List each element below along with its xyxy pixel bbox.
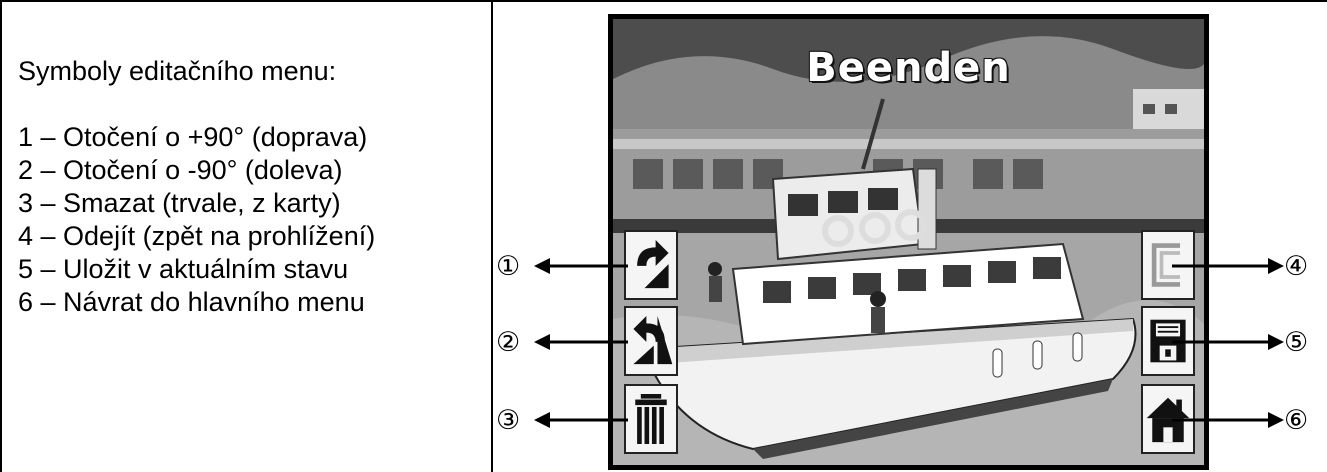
callout-1-label: ① (496, 251, 520, 282)
callout-3-label: ③ (496, 405, 520, 436)
legend-heading: Symboly editačního menu: (18, 56, 337, 86)
callout-4: ④ (1172, 244, 1322, 288)
callout-2-label: ② (496, 327, 520, 358)
callout-5: ⑤ (1172, 320, 1322, 364)
legend-list: 1 – Otočení o +90° (doprava) 2 – Otočení… (18, 121, 478, 319)
legend-item-5: 5 – Uložit v aktuálním stavu (18, 254, 349, 284)
callout-6: ⑥ (1172, 398, 1322, 442)
legend-item-4: 4 – Odejít (zpět na prohlížení) (18, 221, 376, 251)
callout-1-arrow: ① (496, 251, 628, 282)
callout-5-label: ⑤ (1284, 327, 1308, 358)
callout-3-arrow: ③ (496, 405, 628, 436)
callout-6-label: ⑥ (1284, 405, 1308, 436)
frame-left-border (0, 0, 2, 472)
callout-6-arrow: ⑥ (1172, 405, 1308, 436)
legend-item-2: 2 – Otočení o -90° (doleva) (18, 155, 343, 185)
callout-5-arrow: ⑤ (1172, 327, 1308, 358)
boat-photo: Beenden (608, 14, 1209, 470)
legend-panel: Symboly editačního menu: 1 – Otočení o +… (18, 55, 478, 319)
frame-divider (491, 0, 493, 472)
figure-frame: Symboly editačního menu: 1 – Otočení o +… (0, 0, 1327, 472)
callout-2-arrow: ② (496, 327, 628, 358)
callout-3: ③ (494, 398, 644, 442)
legend-item-3: 3 – Smazat (trvale, z karty) (18, 188, 341, 218)
callout-4-arrow: ④ (1172, 251, 1308, 282)
callout-2: ② (494, 320, 644, 364)
device-screen-illustration: Beenden ① ② ③ ④ ⑤ ⑥ (494, 2, 1327, 472)
screen-title: Beenden (806, 45, 1011, 91)
legend-item-6: 6 – Návrat do hlavního menu (18, 287, 365, 317)
callout-1: ① (494, 244, 644, 288)
legend-item-1: 1 – Otočení o +90° (doprava) (18, 122, 368, 152)
callout-4-label: ④ (1284, 251, 1308, 282)
